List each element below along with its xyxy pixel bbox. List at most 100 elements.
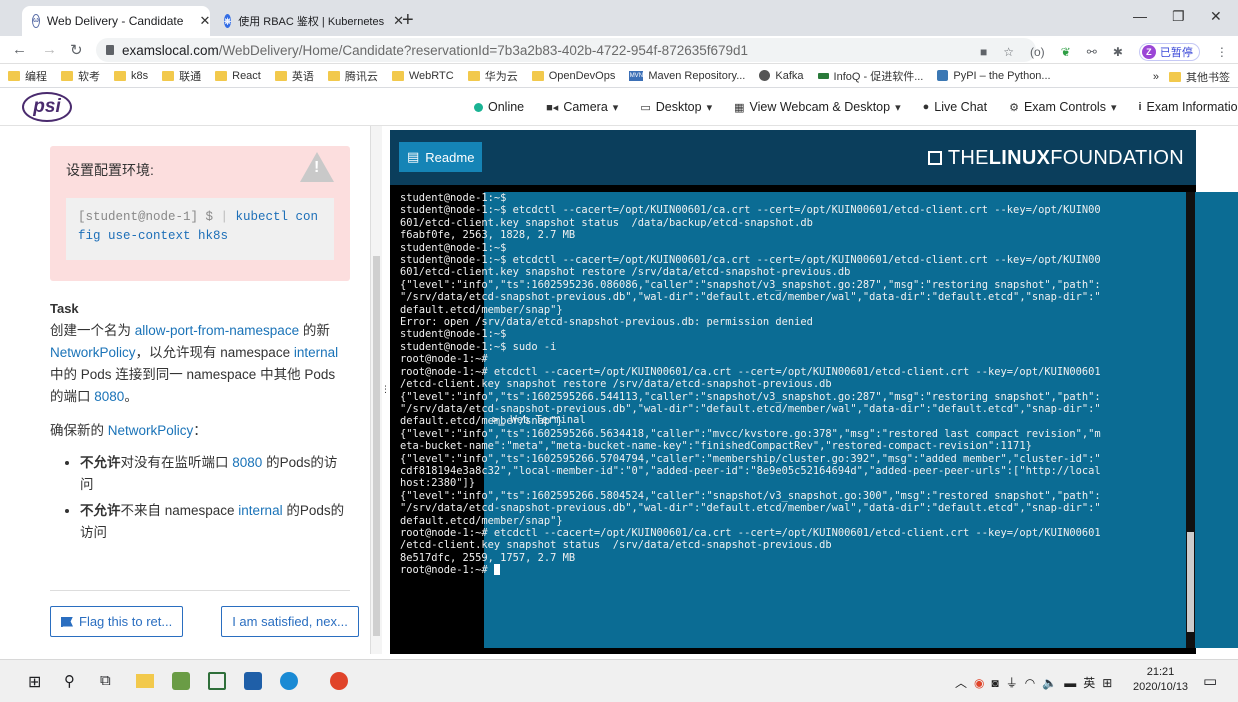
mail-icon[interactable] xyxy=(244,672,262,690)
app-icon[interactable] xyxy=(208,672,226,690)
kafka-icon xyxy=(759,70,771,81)
bookmark-item[interactable]: MVN Maven Repository... xyxy=(629,70,745,82)
chevron-up-icon[interactable]: ︿ xyxy=(955,674,967,691)
panel-splitter[interactable]: ⋮ xyxy=(370,126,390,654)
new-tab-button[interactable]: + xyxy=(402,10,414,30)
wifi-icon[interactable]: ◠ xyxy=(1025,676,1035,690)
forward-icon[interactable]: → xyxy=(42,41,57,58)
tab-readme[interactable]: ▤ Readme xyxy=(399,142,483,172)
task-paragraph: 创建一个名为 allow-port-from-namespace 的新 Netw… xyxy=(50,323,339,404)
file-explorer-icon[interactable] xyxy=(136,674,154,688)
caret-down-icon: ▾ xyxy=(706,101,713,114)
terminal-scrollbar[interactable] xyxy=(1186,192,1195,648)
flag-question-button[interactable]: Flag this to ret... xyxy=(50,606,184,637)
back-icon[interactable]: ← xyxy=(12,41,27,58)
app-icon[interactable] xyxy=(172,672,190,690)
bookmark-item[interactable]: React xyxy=(215,70,261,82)
terminal-output[interactable]: student@node-1:~$ student@node-1:~$ etcd… xyxy=(400,192,1186,648)
terminal-scrollbar-thumb[interactable] xyxy=(1187,532,1194,632)
tab-web-delivery[interactable]: ω Web Delivery - Candidate ✕ xyxy=(22,6,210,36)
battery-icon[interactable]: ▬ xyxy=(1064,676,1076,690)
port-link[interactable]: 8080 xyxy=(94,389,124,404)
satisfied-next-button[interactable]: I am satisfied, nex... xyxy=(221,606,359,637)
tab-title: Web Delivery - Candidate xyxy=(46,14,184,28)
address-toolbar: ← → ↻ examslocal.com /WebDelivery/Home/C… xyxy=(0,36,1238,64)
bookmark-item[interactable]: 编程 xyxy=(8,68,47,84)
time: 21:21 xyxy=(1146,666,1175,678)
close-tab-icon[interactable]: ✕ xyxy=(199,13,210,29)
psi-logo: psi xyxy=(22,92,72,122)
infoq-icon xyxy=(817,72,829,79)
reload-icon[interactable]: ↻ xyxy=(70,41,83,59)
search-icon[interactable]: ⚲ xyxy=(64,672,82,690)
divider xyxy=(50,590,350,591)
keyboard-icon[interactable]: ⊞ xyxy=(1102,676,1112,690)
drag-handle-icon[interactable]: ⋮ xyxy=(381,384,390,395)
folder-icon xyxy=(61,70,73,81)
browser-tab-bar: ω Web Delivery - Candidate ✕ ⎈ 使用 RBAC 鉴… xyxy=(0,0,1238,36)
url-host: examslocal.com xyxy=(122,42,219,58)
volume-icon[interactable]: 🔈 xyxy=(1042,676,1057,690)
url-bar[interactable]: examslocal.com /WebDelivery/Home/Candida… xyxy=(96,38,1036,62)
exam-controls-menu[interactable]: ⚙ Exam Controls ▾ xyxy=(1009,100,1116,114)
ime-indicator[interactable]: 英 xyxy=(1083,674,1095,691)
bookmark-item[interactable]: Kafka xyxy=(759,70,804,82)
close-window-icon[interactable]: ✕ xyxy=(1210,8,1222,25)
extensions-puzzle-icon[interactable]: ✱ xyxy=(1113,45,1123,59)
folder-icon xyxy=(531,70,544,81)
windows-start-icon[interactable]: ⊞ xyxy=(28,672,46,691)
bookmark-item[interactable]: 腾讯云 xyxy=(327,68,378,84)
view-webcam-desktop-menu[interactable]: ▦ View Webcam & Desktop ▾ xyxy=(734,100,901,114)
notifications-icon[interactable]: ▭ xyxy=(1203,672,1221,690)
bookmark-item[interactable]: InfoQ - 促进软件... xyxy=(817,68,923,84)
usb-icon[interactable]: ⏚ xyxy=(1006,674,1018,691)
context-command[interactable]: [student@node-1] $ | kubectl config use-… xyxy=(66,198,334,260)
monitor-icon: ▭ xyxy=(640,101,651,114)
bookmark-item[interactable]: 软考 xyxy=(61,68,100,84)
folder-icon xyxy=(1169,72,1181,82)
lock-icon xyxy=(106,45,114,55)
camera-menu[interactable]: ■◂ Camera ▾ xyxy=(546,100,618,114)
bookmark-item[interactable]: OpenDevOps xyxy=(531,70,615,82)
security-icon[interactable]: ◉ xyxy=(974,676,984,690)
namespace-link[interactable]: internal xyxy=(294,345,338,360)
folder-icon xyxy=(274,70,287,81)
live-chat-button[interactable]: ● Live Chat xyxy=(923,100,987,114)
edge-icon[interactable] xyxy=(280,672,298,690)
clock[interactable]: 21:21 2020/10/13 xyxy=(1133,665,1188,695)
list-item: 不允许不来自 namespace internal 的Pods的访问 xyxy=(80,500,350,544)
ensure-paragraph: 确保新的 NetworkPolicy： xyxy=(50,423,207,438)
profile-paused-button[interactable]: Z 已暂停 xyxy=(1138,43,1200,61)
maven-icon: MVN xyxy=(629,70,644,81)
policy-name-link[interactable]: allow-port-from-namespace xyxy=(135,323,299,338)
desktop-menu[interactable]: ▭ Desktop ▾ xyxy=(640,100,712,114)
extension-leaf-icon[interactable]: ❦ xyxy=(1061,45,1071,59)
other-bookmarks[interactable]: 其他书签 xyxy=(1169,69,1230,85)
caret-down-icon: ▾ xyxy=(612,101,619,114)
extension-link-icon[interactable]: ⚯ xyxy=(1087,45,1097,59)
tab-kubernetes-rbac[interactable]: ⎈ 使用 RBAC 鉴权 | Kubernetes ✕ xyxy=(214,6,404,36)
more-bookmarks-icon[interactable]: » xyxy=(1153,71,1159,83)
bookmark-item[interactable]: PyPI – the Python... xyxy=(937,70,1051,82)
task-view-icon[interactable]: ⧉ xyxy=(100,672,118,690)
camera-indicator-icon[interactable]: ■ xyxy=(980,45,987,59)
networkpolicy-link[interactable]: NetworkPolicy xyxy=(108,423,194,438)
minimize-icon[interactable]: — xyxy=(1133,8,1147,24)
restore-icon[interactable]: ❐ xyxy=(1172,8,1185,25)
bookmark-item[interactable]: WebRTC xyxy=(391,70,454,82)
star-icon[interactable]: ☆ xyxy=(1003,45,1014,59)
warning-title: 设置配置环境: xyxy=(66,162,154,178)
app-tray-icon[interactable]: ◙ xyxy=(992,676,999,690)
bookmark-item[interactable]: k8s xyxy=(114,70,148,82)
bookmark-item[interactable]: 联通 xyxy=(162,68,201,84)
extension-icon[interactable]: (o) xyxy=(1030,45,1045,59)
left-scrollbar-thumb[interactable] xyxy=(373,256,380,636)
bookmark-item[interactable]: 华为云 xyxy=(467,68,518,84)
menu-kebab-icon[interactable]: ⋮ xyxy=(1216,45,1228,59)
folder-icon xyxy=(327,70,340,81)
bookmark-item[interactable]: 英语 xyxy=(274,68,314,84)
networkpolicy-link[interactable]: NetworkPolicy xyxy=(50,345,136,360)
chrome-icon[interactable] xyxy=(330,672,348,690)
exam-information-menu[interactable]: iExam Information▾ xyxy=(1138,100,1238,114)
terminal-text: student@node-1:~$ student@node-1:~$ etcd… xyxy=(400,192,1101,564)
